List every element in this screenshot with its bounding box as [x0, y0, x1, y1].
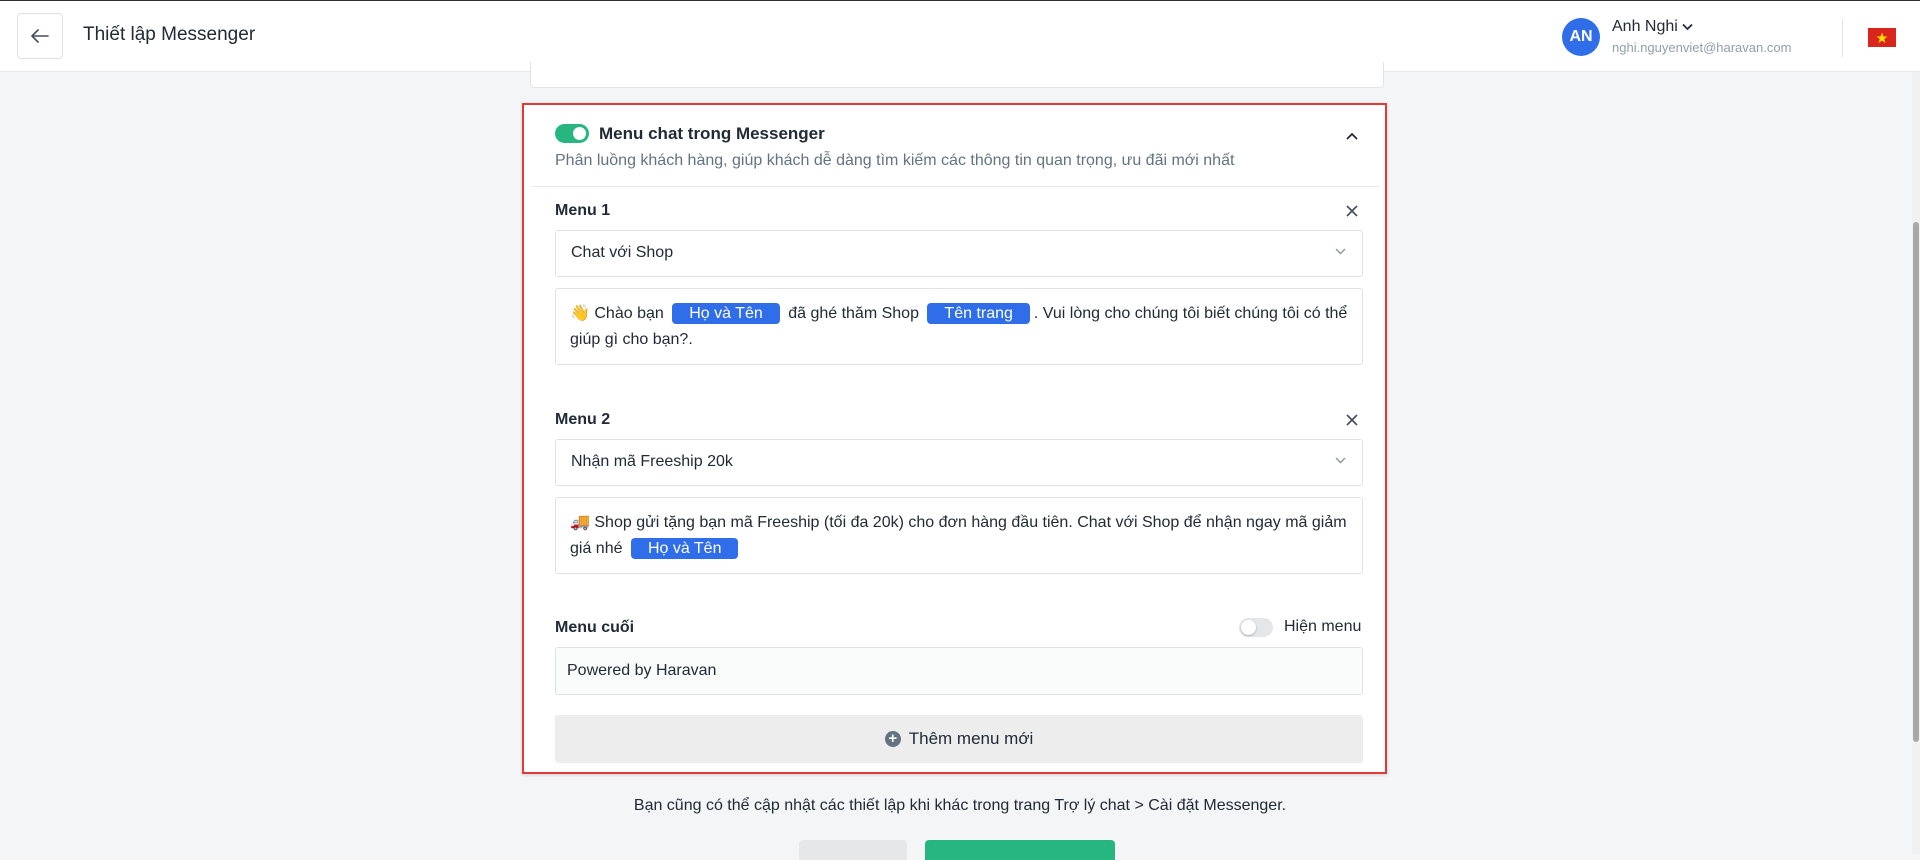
arrow-left-icon: [31, 29, 49, 43]
variable-tag-ho-va-ten[interactable]: Họ và Tên: [672, 303, 780, 325]
close-icon: [1346, 205, 1358, 217]
chevron-down-icon: [1682, 23, 1693, 31]
plus-circle-icon: +: [884, 731, 901, 747]
user-name: Anh Nghi: [1612, 18, 1678, 35]
variable-tag-ho-va-ten[interactable]: Họ và Tên: [630, 538, 739, 560]
menu-chat-toggle[interactable]: [555, 124, 589, 143]
user-menu-toggle[interactable]: Anh Nghi: [1612, 18, 1693, 36]
truck-emoji: 🚚: [570, 512, 590, 531]
save-button[interactable]: [925, 840, 1115, 860]
close-icon: [1346, 414, 1358, 426]
footer-menu-input[interactable]: Powered by Haravan: [555, 647, 1363, 695]
cancel-button[interactable]: [799, 840, 907, 860]
avatar[interactable]: AN: [1562, 18, 1600, 56]
wave-emoji: 👋: [570, 303, 590, 322]
bottom-note: Bạn cũng có thể cập nhật các thiết lập k…: [633, 797, 1287, 814]
user-email: nghi.nguyenviet@haravan.com: [1612, 40, 1792, 55]
section-description: Phân luồng khách hàng, giúp khách dễ dàn…: [555, 152, 1235, 169]
menu-1-select[interactable]: Chat với Shop: [555, 230, 1363, 277]
chevron-down-icon: [1335, 248, 1346, 255]
page-title: Thiết lập Messenger: [83, 24, 256, 45]
language-flag-icon[interactable]: [1868, 28, 1896, 47]
show-footer-menu-label: Hiện menu: [1284, 618, 1362, 635]
star-icon: [1876, 32, 1888, 43]
add-menu-button-label: Thêm menu mới: [908, 729, 1034, 748]
scrollbar-thumb[interactable]: [1913, 222, 1919, 742]
footer-menu-label: Menu cuối: [555, 619, 635, 636]
menu-1-label: Menu 1: [555, 202, 611, 219]
chevron-up-icon: [1346, 132, 1358, 140]
previous-section-card: [530, 62, 1384, 88]
collapse-button[interactable]: [1346, 127, 1358, 145]
show-footer-menu-toggle[interactable]: [1239, 618, 1273, 637]
messenger-menu-card: Menu chat trong Messenger Phân luồng khá…: [522, 103, 1387, 774]
section-title: Menu chat trong Messenger: [599, 124, 825, 143]
remove-menu-1-button[interactable]: [1342, 201, 1362, 221]
menu-1-message-editor[interactable]: 👋 Chào bạn Họ và Tên đã ghé thăm Shop Tê…: [555, 288, 1363, 365]
remove-menu-2-button[interactable]: [1342, 410, 1362, 430]
header-divider: [1842, 19, 1843, 57]
menu-2-select[interactable]: Nhận mã Freeship 20k: [555, 439, 1363, 486]
menu-1-selected-value: Chat với Shop: [571, 244, 674, 261]
back-button[interactable]: [17, 13, 63, 59]
section-divider: [532, 186, 1379, 187]
variable-tag-ten-trang[interactable]: Tên trang: [927, 303, 1030, 325]
chevron-down-icon: [1335, 457, 1346, 464]
menu-2-label: Menu 2: [555, 411, 611, 428]
add-menu-button[interactable]: + Thêm menu mới: [555, 715, 1363, 763]
menu-2-message-editor[interactable]: 🚚 Shop gửi tặng bạn mã Freeship (tối đa …: [555, 497, 1363, 574]
menu-2-selected-value: Nhận mã Freeship 20k: [571, 453, 733, 470]
